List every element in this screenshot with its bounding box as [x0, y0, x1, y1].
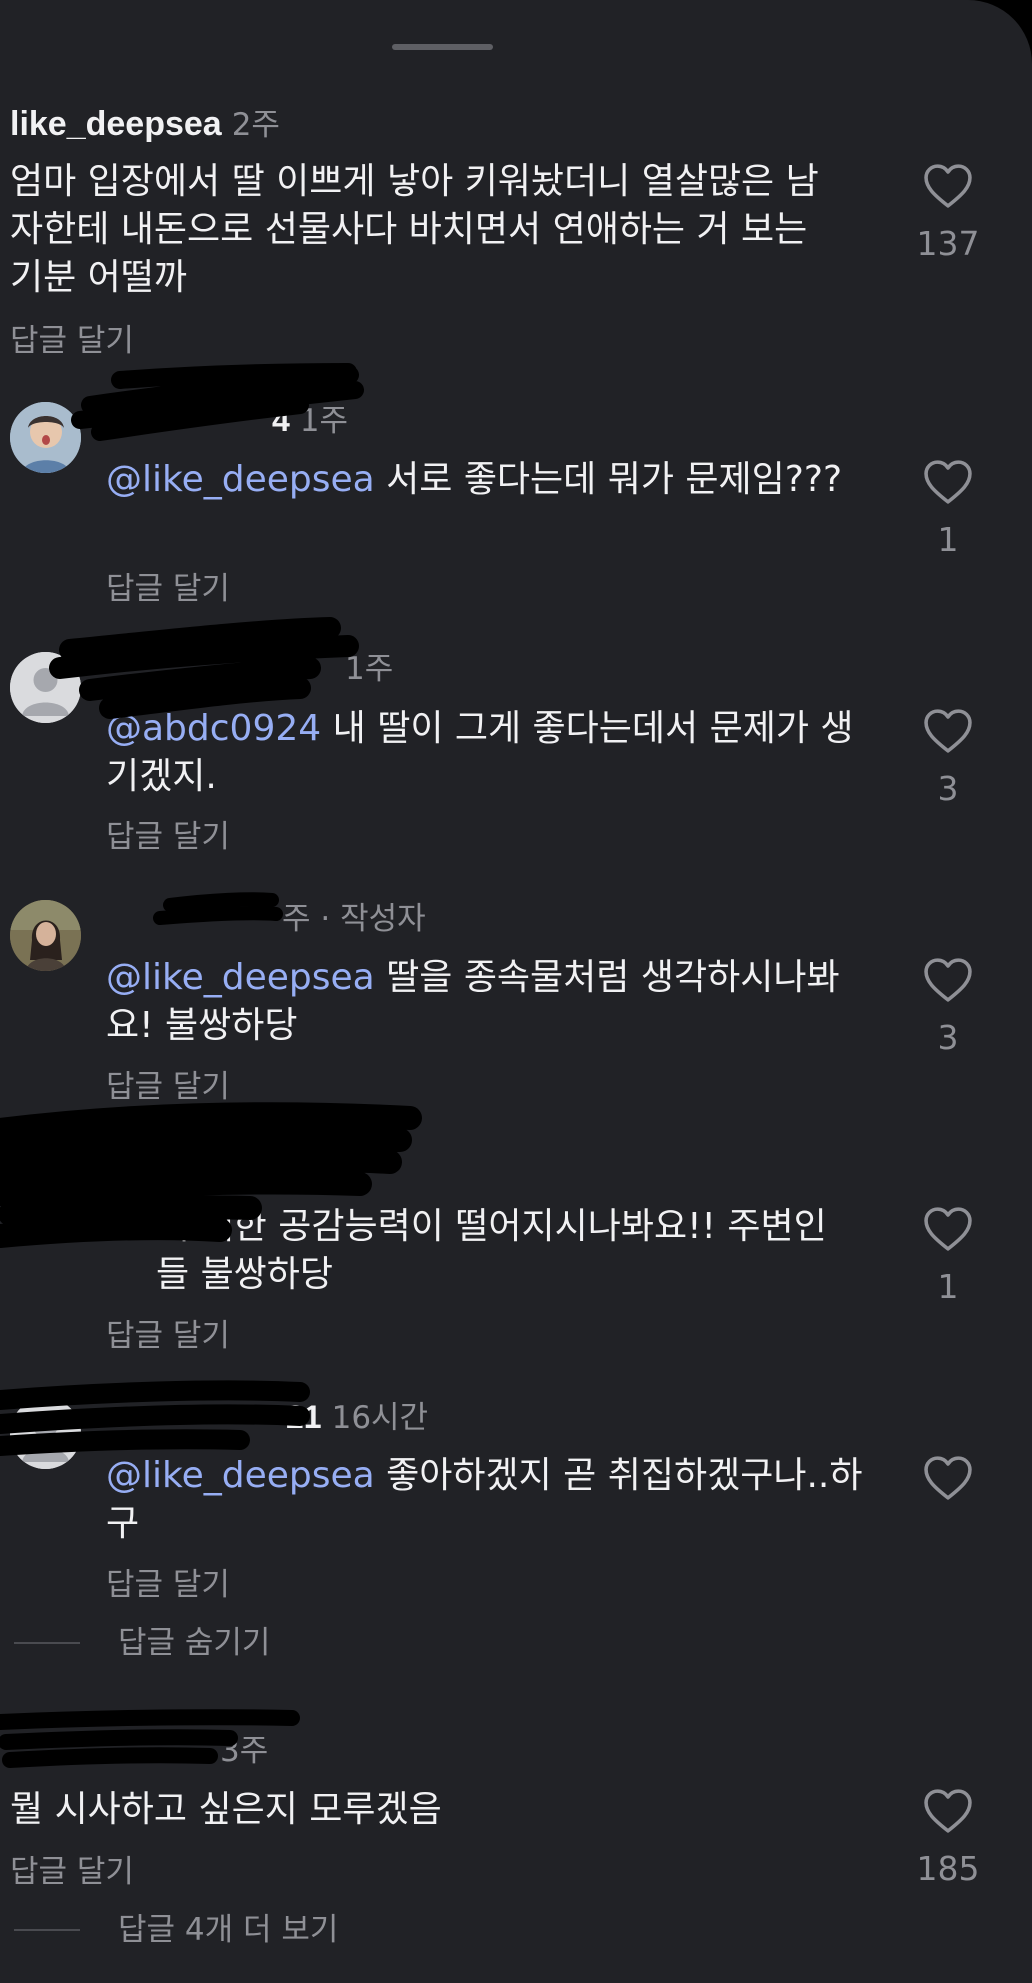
reply-text: 에 대한 공감능력이 떨어지시나봐요!! 주변인들 불쌍하당 — [156, 1206, 827, 1295]
reply-text: @like_deepsea 좋아하겠지 곧 취집하겠구나..하구 — [106, 1455, 863, 1544]
mention-link[interactable]: @like_deepsea — [106, 1455, 375, 1496]
comment-text: 엄마 입장에서 딸 이쁘게 낳아 키워놨더니 열살많은 남자한테 내돈으로 선물… — [10, 161, 819, 298]
avatar[interactable] — [10, 652, 81, 723]
reply-button[interactable]: 답글 달기 — [106, 1317, 230, 1355]
like-count: 3 — [937, 1018, 959, 1057]
hide-replies-button[interactable]: 답글 숨기기 — [14, 1624, 270, 1662]
comment-text: 뭘 시사하고 싶은지 모루겠음 — [10, 1789, 442, 1830]
reply-button[interactable]: 답글 달기 — [106, 818, 230, 856]
like-button[interactable]: 3 — [908, 708, 988, 808]
reply-button[interactable]: 답글 달기 — [106, 1566, 230, 1604]
mention-link[interactable]: @like_deepsea — [106, 459, 375, 500]
like-button[interactable]: 1 — [908, 1206, 988, 1306]
like-count: 137 — [916, 224, 980, 263]
like-count: 1 — [937, 520, 959, 559]
comment-time: 2주 — [231, 107, 280, 143]
reply-button[interactable]: 답글 달기 — [106, 570, 230, 608]
like-button[interactable]: 185 — [908, 1788, 988, 1888]
avatar[interactable] — [10, 1398, 81, 1469]
like-count: 3 — [937, 769, 959, 808]
heart-outline-icon — [924, 709, 972, 753]
reply-time: 1주 — [299, 403, 349, 439]
default-avatar-icon — [10, 652, 81, 723]
mention-link[interactable]: @like_deepsea — [106, 957, 375, 998]
comment-header: like_deepsea 2주 — [10, 105, 280, 144]
like-count: 185 — [916, 1849, 980, 1888]
reply-username-fragment[interactable]: 21 — [286, 1399, 322, 1435]
mention-link[interactable]: @abdc0924 — [106, 708, 321, 749]
like-button[interactable]: 1 — [908, 459, 988, 559]
heart-outline-icon — [924, 1789, 972, 1833]
heart-outline-icon — [924, 958, 972, 1002]
reply-button[interactable]: 답글 달기 — [106, 1068, 230, 1106]
avatar[interactable] — [10, 900, 81, 971]
heart-outline-icon — [924, 1456, 972, 1500]
view-more-replies-button[interactable]: 답글 4개 더 보기 — [14, 1911, 338, 1949]
like-count: 1 — [937, 1267, 959, 1306]
avatar-photo — [10, 900, 81, 971]
reply-header: 1주 — [345, 650, 393, 688]
comment-username[interactable]: like_deepsea — [10, 105, 222, 143]
like-button[interactable] — [908, 1455, 988, 1501]
heart-outline-icon — [924, 460, 972, 504]
reply-text: @like_deepsea 서로 좋다는데 뭐가 문제임??? — [106, 459, 843, 500]
thread-line — [14, 1642, 80, 1644]
hide-replies-label: 답글 숨기기 — [118, 1625, 271, 1661]
avatar-photo — [10, 402, 81, 473]
reply-header: 4 1주 — [272, 401, 348, 440]
reply-text: @abdc0924 내 딸이 그게 좋다는데서 문제가 생기겠지. — [106, 708, 854, 797]
heart-outline-icon — [924, 1207, 972, 1251]
reply-button[interactable]: 답글 달기 — [10, 322, 134, 360]
reply-button[interactable]: 답글 달기 — [10, 1853, 134, 1891]
drag-handle[interactable] — [392, 44, 493, 50]
reply-header: 21 16시간 — [286, 1398, 428, 1437]
heart-outline-icon — [924, 164, 972, 208]
reply-time: 1주 — [345, 651, 394, 687]
reply-time: 주 — [282, 901, 311, 937]
comment-header: 3주 — [220, 1732, 268, 1770]
reply-header: 주 · 작성자 — [282, 900, 426, 938]
default-avatar-icon — [10, 1398, 81, 1469]
reply-text: @like_deepsea 딸을 종속물처럼 생각하시나봐요! 불쌍하당 — [106, 957, 840, 1046]
view-more-replies-label: 답글 4개 더 보기 — [118, 1912, 339, 1948]
like-button[interactable]: 3 — [908, 957, 988, 1057]
thread-line — [14, 1929, 80, 1931]
comments-sheet: like_deepsea 2주 엄마 입장에서 딸 이쁘게 낳아 키워놨더니 열살… — [0, 0, 1032, 1983]
reply-time: 16시간 — [331, 1400, 429, 1436]
avatar[interactable] — [10, 402, 81, 473]
reply-username-fragment[interactable]: 4 — [272, 402, 290, 438]
like-button[interactable]: 137 — [908, 163, 988, 263]
comment-time: 3주 — [220, 1733, 269, 1769]
author-badge: · 작성자 — [320, 901, 426, 937]
